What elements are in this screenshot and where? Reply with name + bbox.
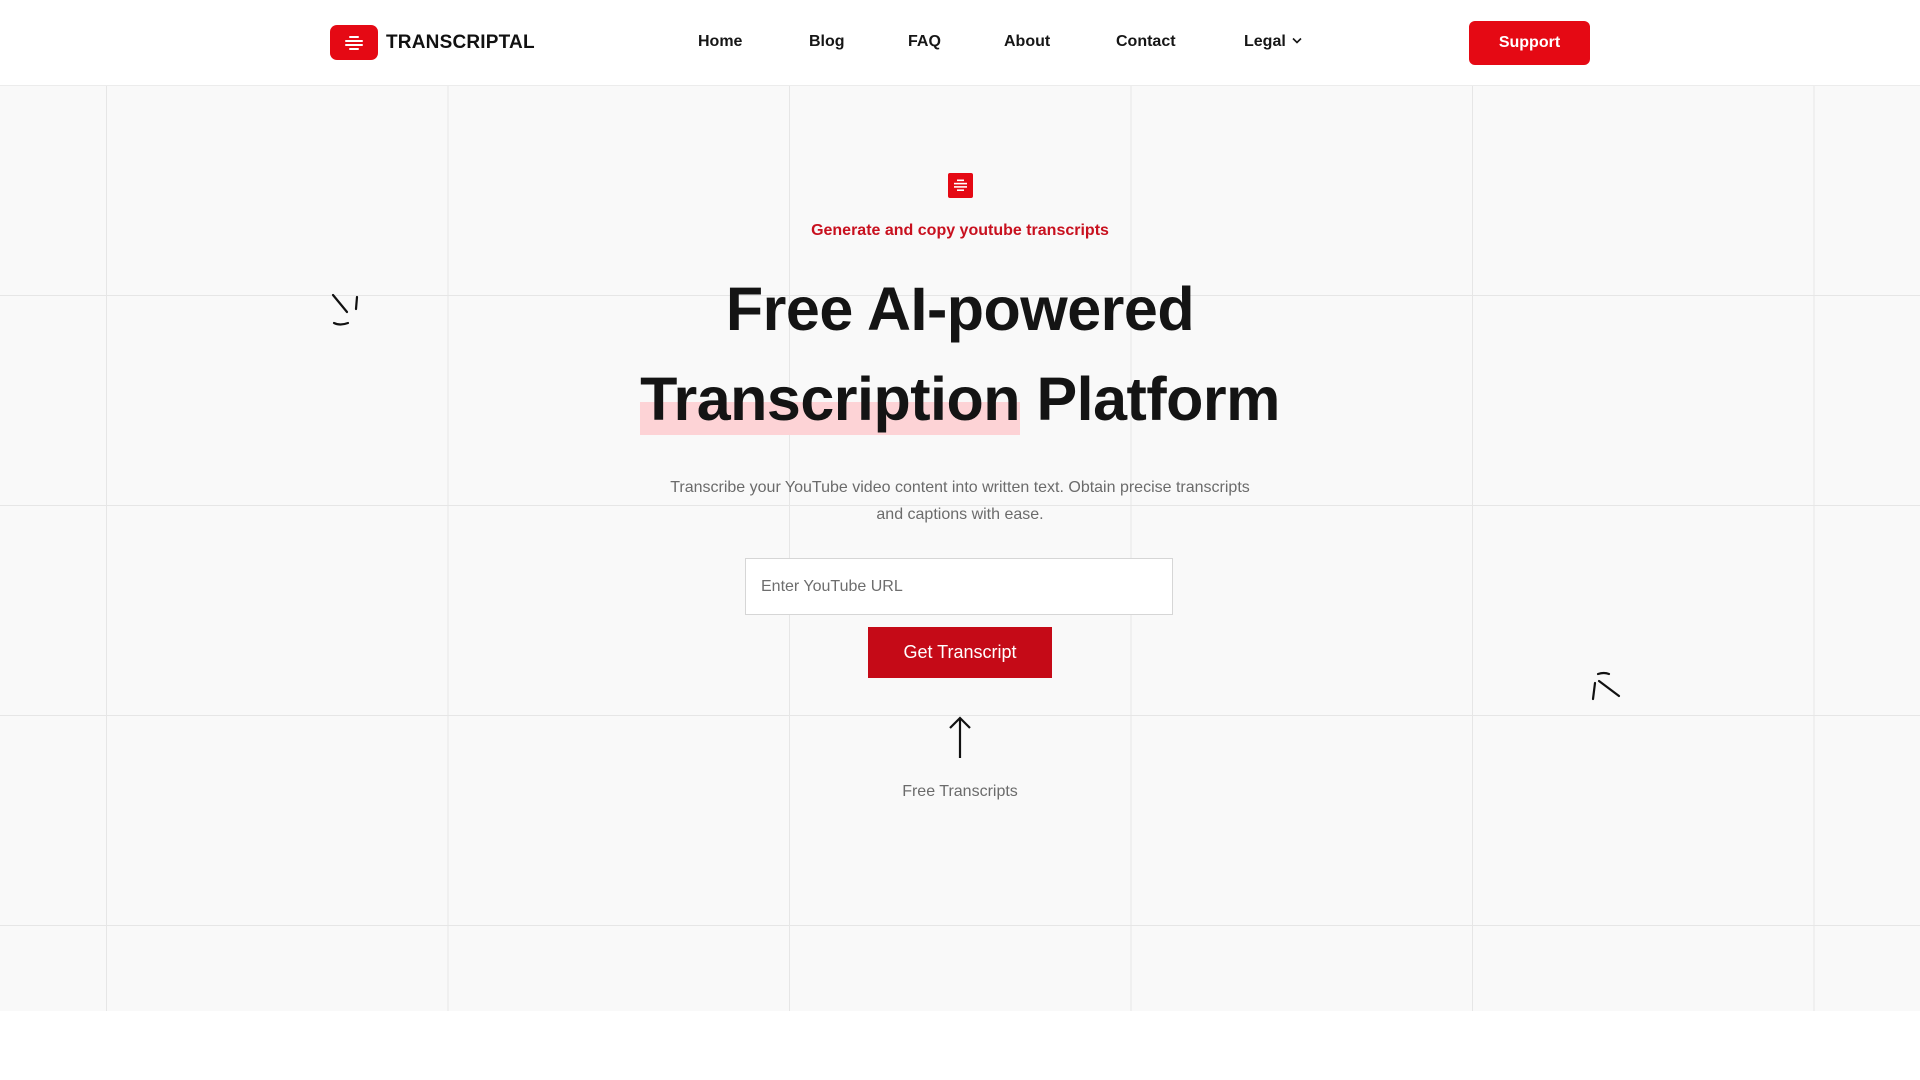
headline-highlight: Transcription — [640, 365, 1020, 435]
brand-logo[interactable]: TRANSCRIPTAL — [330, 25, 535, 60]
transcript-lines-icon — [330, 25, 378, 60]
nav-contact[interactable]: Contact — [1116, 33, 1176, 51]
nav-blog[interactable]: Blog — [809, 33, 845, 51]
hero-subtitle: Transcribe your YouTube video content in… — [670, 479, 1250, 523]
nav-about[interactable]: About — [1004, 33, 1050, 51]
headline-rest: Platform — [1036, 365, 1280, 433]
transcript-lines-icon — [948, 173, 973, 198]
support-button[interactable]: Support — [1469, 21, 1590, 65]
hero-tagline: Generate and copy youtube transcripts — [811, 222, 1109, 239]
nav-home[interactable]: Home — [698, 33, 742, 51]
hero-headline-line1: Free AI-powered — [725, 275, 1195, 343]
chevron-down-icon — [1292, 35, 1302, 47]
arrow-up-icon — [947, 715, 973, 764]
nav-legal-dropdown[interactable]: Legal — [1244, 33, 1302, 51]
nav-faq[interactable]: FAQ — [908, 33, 941, 51]
get-transcript-button[interactable]: Get Transcript — [868, 627, 1052, 678]
youtube-url-input[interactable] — [745, 558, 1173, 615]
site-header: TRANSCRIPTAL Home Blog FAQ About Contact… — [0, 0, 1920, 86]
hero-headline-line2: Transcription Platform — [0, 364, 1920, 435]
sparkle-decoration-right — [1588, 670, 1624, 711]
sparkle-decoration-left — [328, 292, 362, 333]
free-transcripts-label: Free Transcripts — [902, 783, 1018, 800]
brand-name: TRANSCRIPTAL — [386, 31, 535, 53]
nav-legal-label: Legal — [1244, 33, 1286, 50]
